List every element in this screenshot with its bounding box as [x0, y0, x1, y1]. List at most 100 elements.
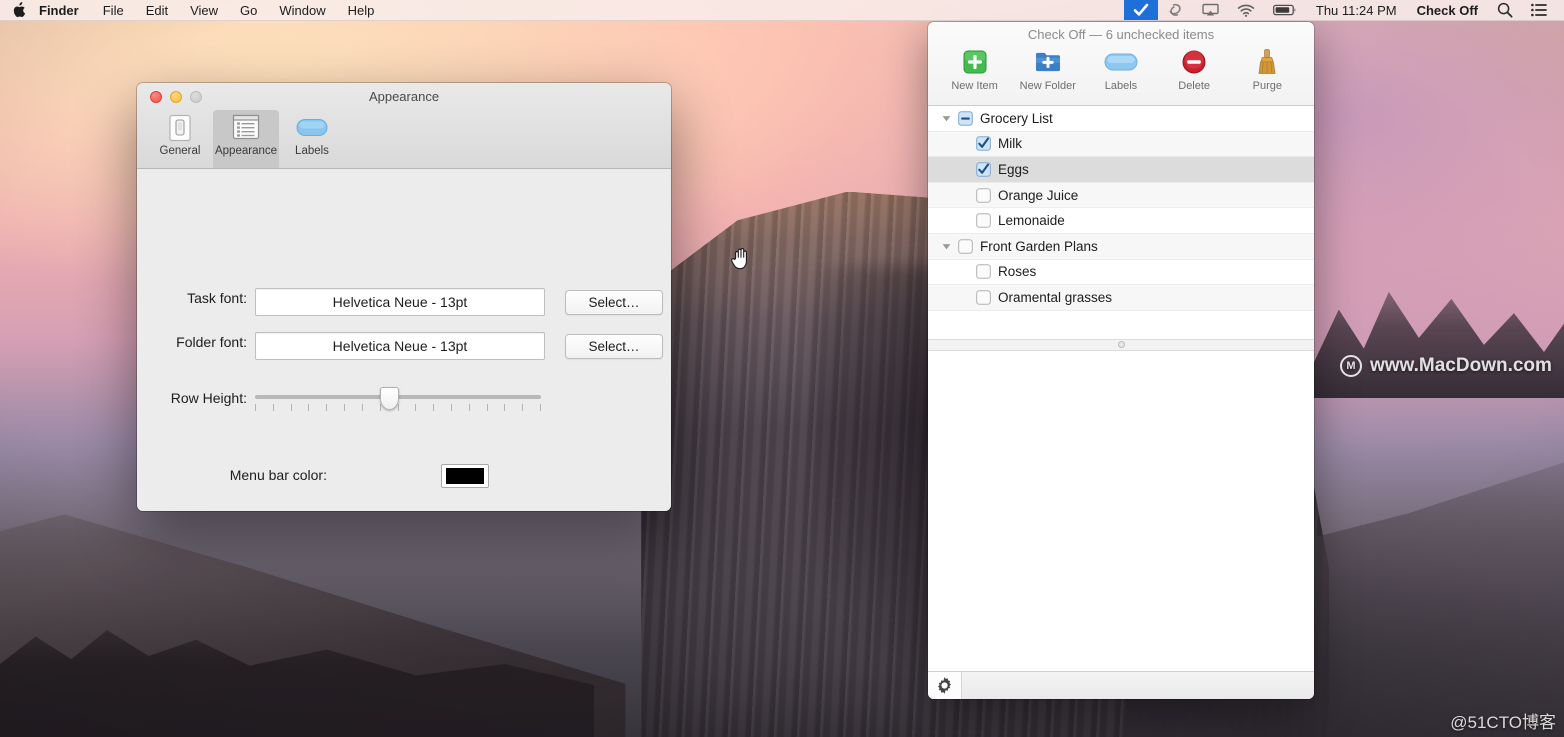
folder-font-field[interactable]: Helvetica Neue - 13pt	[255, 332, 545, 360]
item-checkbox[interactable]	[976, 162, 991, 177]
task-font-field[interactable]: Helvetica Neue - 13pt	[255, 288, 545, 316]
tab-appearance[interactable]: Appearance	[213, 110, 279, 168]
menu-bar-color-well[interactable]	[441, 464, 489, 488]
menu-item-view[interactable]: View	[179, 0, 229, 20]
macdown-watermark: M www.MacDown.com	[1340, 355, 1552, 377]
menu-bar-app-name[interactable]: Check Off	[1407, 3, 1488, 18]
color-swatch	[446, 468, 484, 484]
item-label: Milk	[998, 136, 1022, 152]
menu-item-file[interactable]: File	[92, 0, 135, 20]
item-checkbox[interactable]	[958, 238, 973, 254]
menu-item-finder[interactable]: Finder	[39, 0, 92, 20]
check-off-title: Check Off — 6 unchecked items	[1027, 27, 1215, 42]
window-title-bar[interactable]: Appearance General Appearance Labels	[137, 83, 671, 169]
item-label: Front Garden Plans	[980, 238, 1098, 254]
item-label: Lemonaide	[998, 213, 1065, 229]
item-checkbox[interactable]	[976, 264, 991, 280]
appearance-window[interactable]: Appearance General Appearance Labels Tas…	[137, 83, 671, 511]
window-title: Appearance	[368, 89, 440, 104]
macdown-badge-icon: M	[1340, 355, 1362, 377]
disclosure-triangle-icon[interactable]	[938, 242, 954, 251]
split-divider[interactable]	[928, 338, 1314, 351]
new-folder-button[interactable]: New Folder	[1017, 46, 1079, 92]
list-window-icon	[231, 112, 261, 144]
slider-ticks	[255, 404, 541, 412]
task-font-label: Task font:	[187, 290, 247, 306]
appearance-settings-body: Task font: Helvetica Neue - 13pt Select……	[137, 169, 671, 511]
item-checkbox[interactable]	[976, 213, 991, 228]
check-off-outline-list[interactable]: Grocery List Milk Eggs Orange Juice Lemonaid…	[928, 106, 1314, 311]
delete-label: Delete	[1178, 80, 1211, 92]
new-item-plus-icon	[962, 46, 988, 78]
search-icon[interactable]	[1488, 0, 1522, 20]
menu-item-edit[interactable]: Edit	[135, 0, 179, 20]
check-off-header: Check Off — 6 unchecked items New Item N…	[928, 22, 1314, 106]
row-height-label: Row Height:	[170, 390, 247, 406]
menu-bar: Finder File Edit View Go Window Help Thu…	[0, 0, 1564, 21]
label-pill-icon	[1103, 46, 1139, 78]
list-item[interactable]: Front Garden Plans	[928, 233, 1314, 260]
detail-pane	[928, 350, 1314, 671]
tab-general[interactable]: General	[147, 110, 213, 168]
checkmark-icon[interactable]	[1123, 0, 1158, 20]
notification-center-icon[interactable]	[1522, 0, 1556, 20]
check-off-panel[interactable]: Check Off — 6 unchecked items New Item N…	[928, 22, 1314, 699]
creative-cloud-icon[interactable]	[1158, 0, 1193, 20]
list-empty-space	[928, 310, 1314, 339]
list-item[interactable]: Grocery List	[928, 106, 1314, 132]
list-item[interactable]: Eggs	[928, 157, 1314, 183]
menu-bar-clock[interactable]: Thu 11:24 PM	[1306, 3, 1407, 18]
labels-label: Labels	[1104, 80, 1138, 92]
open-hand-cursor	[731, 246, 753, 275]
battery-icon[interactable]	[1264, 0, 1306, 20]
label-pill-icon	[295, 112, 329, 144]
folder-font-select-button[interactable]: Select…	[565, 334, 663, 359]
macdown-watermark-text: www.MacDown.com	[1370, 355, 1552, 376]
apple-logo-icon[interactable]	[0, 0, 39, 20]
item-label: Grocery List	[980, 110, 1053, 126]
item-checkbox[interactable]	[976, 290, 991, 305]
menu-item-window[interactable]: Window	[268, 0, 336, 20]
check-off-toolbar: New Item New Folder Labels Delete Purge	[928, 42, 1314, 92]
row-height-slider[interactable]	[255, 384, 541, 414]
cto-watermark: @51CTO博客	[1450, 713, 1556, 732]
folder-font-label: Folder font:	[176, 334, 247, 350]
tab-appearance-label: Appearance	[214, 145, 278, 157]
menu-bar-color-label: Menu bar color:	[229, 467, 327, 483]
new-item-label: New Item	[951, 80, 998, 92]
item-label: Eggs	[998, 161, 1029, 177]
purge-label: Purge	[1252, 80, 1283, 92]
tab-labels[interactable]: Labels	[279, 110, 345, 168]
list-item[interactable]: Lemonaide	[928, 208, 1314, 234]
item-label: Oramental grasses	[998, 289, 1113, 305]
split-handle-dot[interactable]	[1117, 341, 1125, 349]
list-item[interactable]: Roses	[928, 260, 1314, 286]
delete-no-entry-icon	[1181, 46, 1207, 78]
gear-icon[interactable]	[928, 672, 962, 699]
preferences-toolbar: General Appearance Labels	[137, 110, 345, 168]
item-label: Roses	[998, 264, 1037, 280]
task-font-select-button[interactable]: Select…	[565, 290, 663, 315]
new-item-button[interactable]: New Item	[944, 46, 1006, 92]
new-folder-label: New Folder	[1019, 80, 1076, 92]
menu-item-go[interactable]: Go	[229, 0, 268, 20]
disclosure-triangle-icon[interactable]	[938, 114, 954, 123]
purge-button[interactable]: Purge	[1236, 46, 1298, 92]
delete-button[interactable]: Delete	[1163, 46, 1225, 92]
status-bar	[928, 671, 1314, 699]
menu-item-help[interactable]: Help	[337, 0, 386, 20]
labels-button[interactable]: Labels	[1090, 46, 1152, 92]
item-checkbox[interactable]	[958, 110, 973, 126]
purge-brush-icon	[1255, 46, 1279, 78]
airplay-icon[interactable]	[1193, 0, 1228, 20]
new-folder-plus-icon	[1034, 46, 1062, 78]
list-item[interactable]: Orange Juice	[928, 182, 1314, 209]
item-checkbox[interactable]	[976, 136, 991, 152]
list-item[interactable]: Milk	[928, 131, 1314, 158]
wifi-icon[interactable]	[1228, 0, 1264, 20]
device-icon	[167, 112, 193, 144]
tab-general-label: General	[159, 145, 201, 157]
tab-labels-label: Labels	[295, 145, 329, 157]
item-checkbox[interactable]	[976, 187, 991, 203]
list-item[interactable]: Oramental grasses	[928, 285, 1314, 311]
